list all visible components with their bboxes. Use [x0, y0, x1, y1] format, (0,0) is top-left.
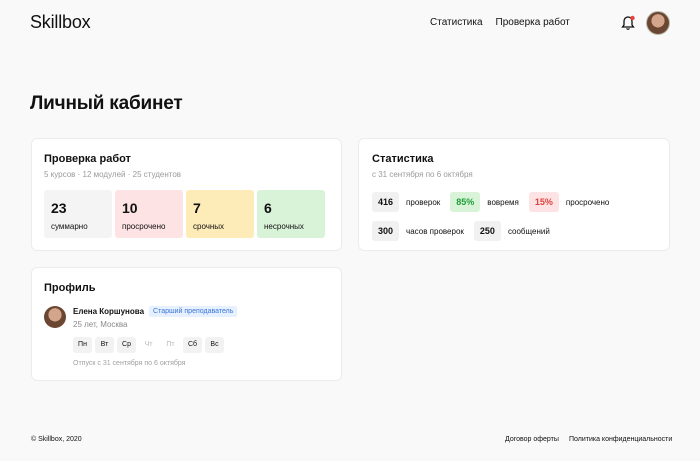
statistics-title: Статистика [372, 153, 434, 165]
tile-non-urgent-label: несрочных [264, 222, 304, 231]
notification-bell-icon[interactable] [621, 15, 635, 31]
day-thu[interactable]: Чт [139, 337, 158, 353]
profile-avatar [44, 306, 66, 328]
reviews-title: Проверка работ [44, 153, 131, 165]
nav-reviews[interactable]: Проверка работ [496, 17, 570, 28]
checks-label: проверок [406, 197, 441, 207]
tile-urgent[interactable]: 7 срочных [186, 190, 254, 238]
day-sat[interactable]: Сб [183, 337, 202, 353]
ontime-value: 85% [450, 192, 481, 212]
tile-overdue-label: просрочено [122, 222, 166, 231]
tile-urgent-value: 7 [193, 200, 201, 216]
checks-value: 416 [372, 192, 400, 212]
reviews-tiles: 23 суммарно 10 просрочено 7 срочных 6 не… [44, 190, 329, 238]
messages-value: 250 [473, 221, 501, 241]
ontime-label: вовремя [487, 197, 519, 207]
top-header: Skillbox Статистика Проверка работ [0, 0, 700, 46]
courses-count: 5 курсов [44, 170, 76, 179]
vacation-note: Отпуск с 31 сентября по 6 октября [73, 360, 186, 367]
tile-total[interactable]: 23 суммарно [44, 190, 112, 238]
students-count: 25 студентов [132, 170, 182, 179]
tile-overdue[interactable]: 10 просрочено [115, 190, 183, 238]
tile-total-label: суммарно [51, 222, 88, 231]
tile-overdue-value: 10 [122, 200, 138, 216]
late-value: 15% [528, 192, 559, 212]
profile-name-row: Елена Коршунова Старший преподаватель [73, 306, 238, 317]
notification-dot [630, 15, 635, 21]
footer-offer-link[interactable]: Договор оферты [505, 436, 559, 443]
nav-statistics[interactable]: Статистика [430, 17, 483, 28]
page-title: Личный кабинет [30, 93, 183, 114]
modules-count: 12 модулей [82, 170, 126, 179]
day-sun[interactable]: Вс [205, 337, 224, 353]
footer-privacy-link[interactable]: Политика конфиденциальности [569, 436, 672, 443]
reviews-meta: 5 курсов · 12 модулей · 25 студентов [44, 170, 182, 179]
day-tue[interactable]: Вт [95, 337, 114, 353]
hours-label: часов проверок [406, 226, 464, 236]
day-wed[interactable]: Ср [117, 337, 136, 353]
role-badge: Старший преподаватель [149, 306, 238, 317]
profile-title: Профиль [44, 282, 96, 294]
late-label: просрочено [565, 197, 610, 207]
day-mon[interactable]: Пн [73, 337, 92, 353]
footer-copyright: © Skillbox, 2020 [31, 436, 82, 443]
user-avatar[interactable] [646, 11, 670, 35]
tile-total-value: 23 [51, 200, 67, 216]
main-nav: Статистика Проверка работ [430, 17, 570, 28]
profile-card: Профиль Елена Коршунова Старший преподав… [31, 267, 342, 381]
tile-non-urgent-value: 6 [264, 200, 272, 216]
stats-row-2: 300 часов проверок 250 сообщений [372, 221, 656, 241]
profile-meta: 25 лет, Москва [73, 320, 128, 329]
statistics-period: с 31 сентября по 6 октября [372, 170, 473, 179]
work-days: Пн Вт Ср Чт Пт Сб Вс [73, 337, 224, 353]
messages-label: сообщений [507, 226, 550, 236]
statistics-card: Статистика с 31 сентября по 6 октября 41… [358, 138, 670, 251]
reviews-card: Проверка работ 5 курсов · 12 модулей · 2… [31, 138, 342, 251]
tile-urgent-label: срочных [193, 222, 225, 231]
profile-name: Елена Коршунова [73, 307, 145, 316]
logo[interactable]: Skillbox [30, 12, 91, 33]
day-fri[interactable]: Пт [161, 337, 180, 353]
tile-non-urgent[interactable]: 6 несрочных [257, 190, 325, 238]
hours-value: 300 [372, 221, 400, 241]
stats-row-1: 416 проверок 85% вовремя 15% просрочено [372, 192, 656, 212]
